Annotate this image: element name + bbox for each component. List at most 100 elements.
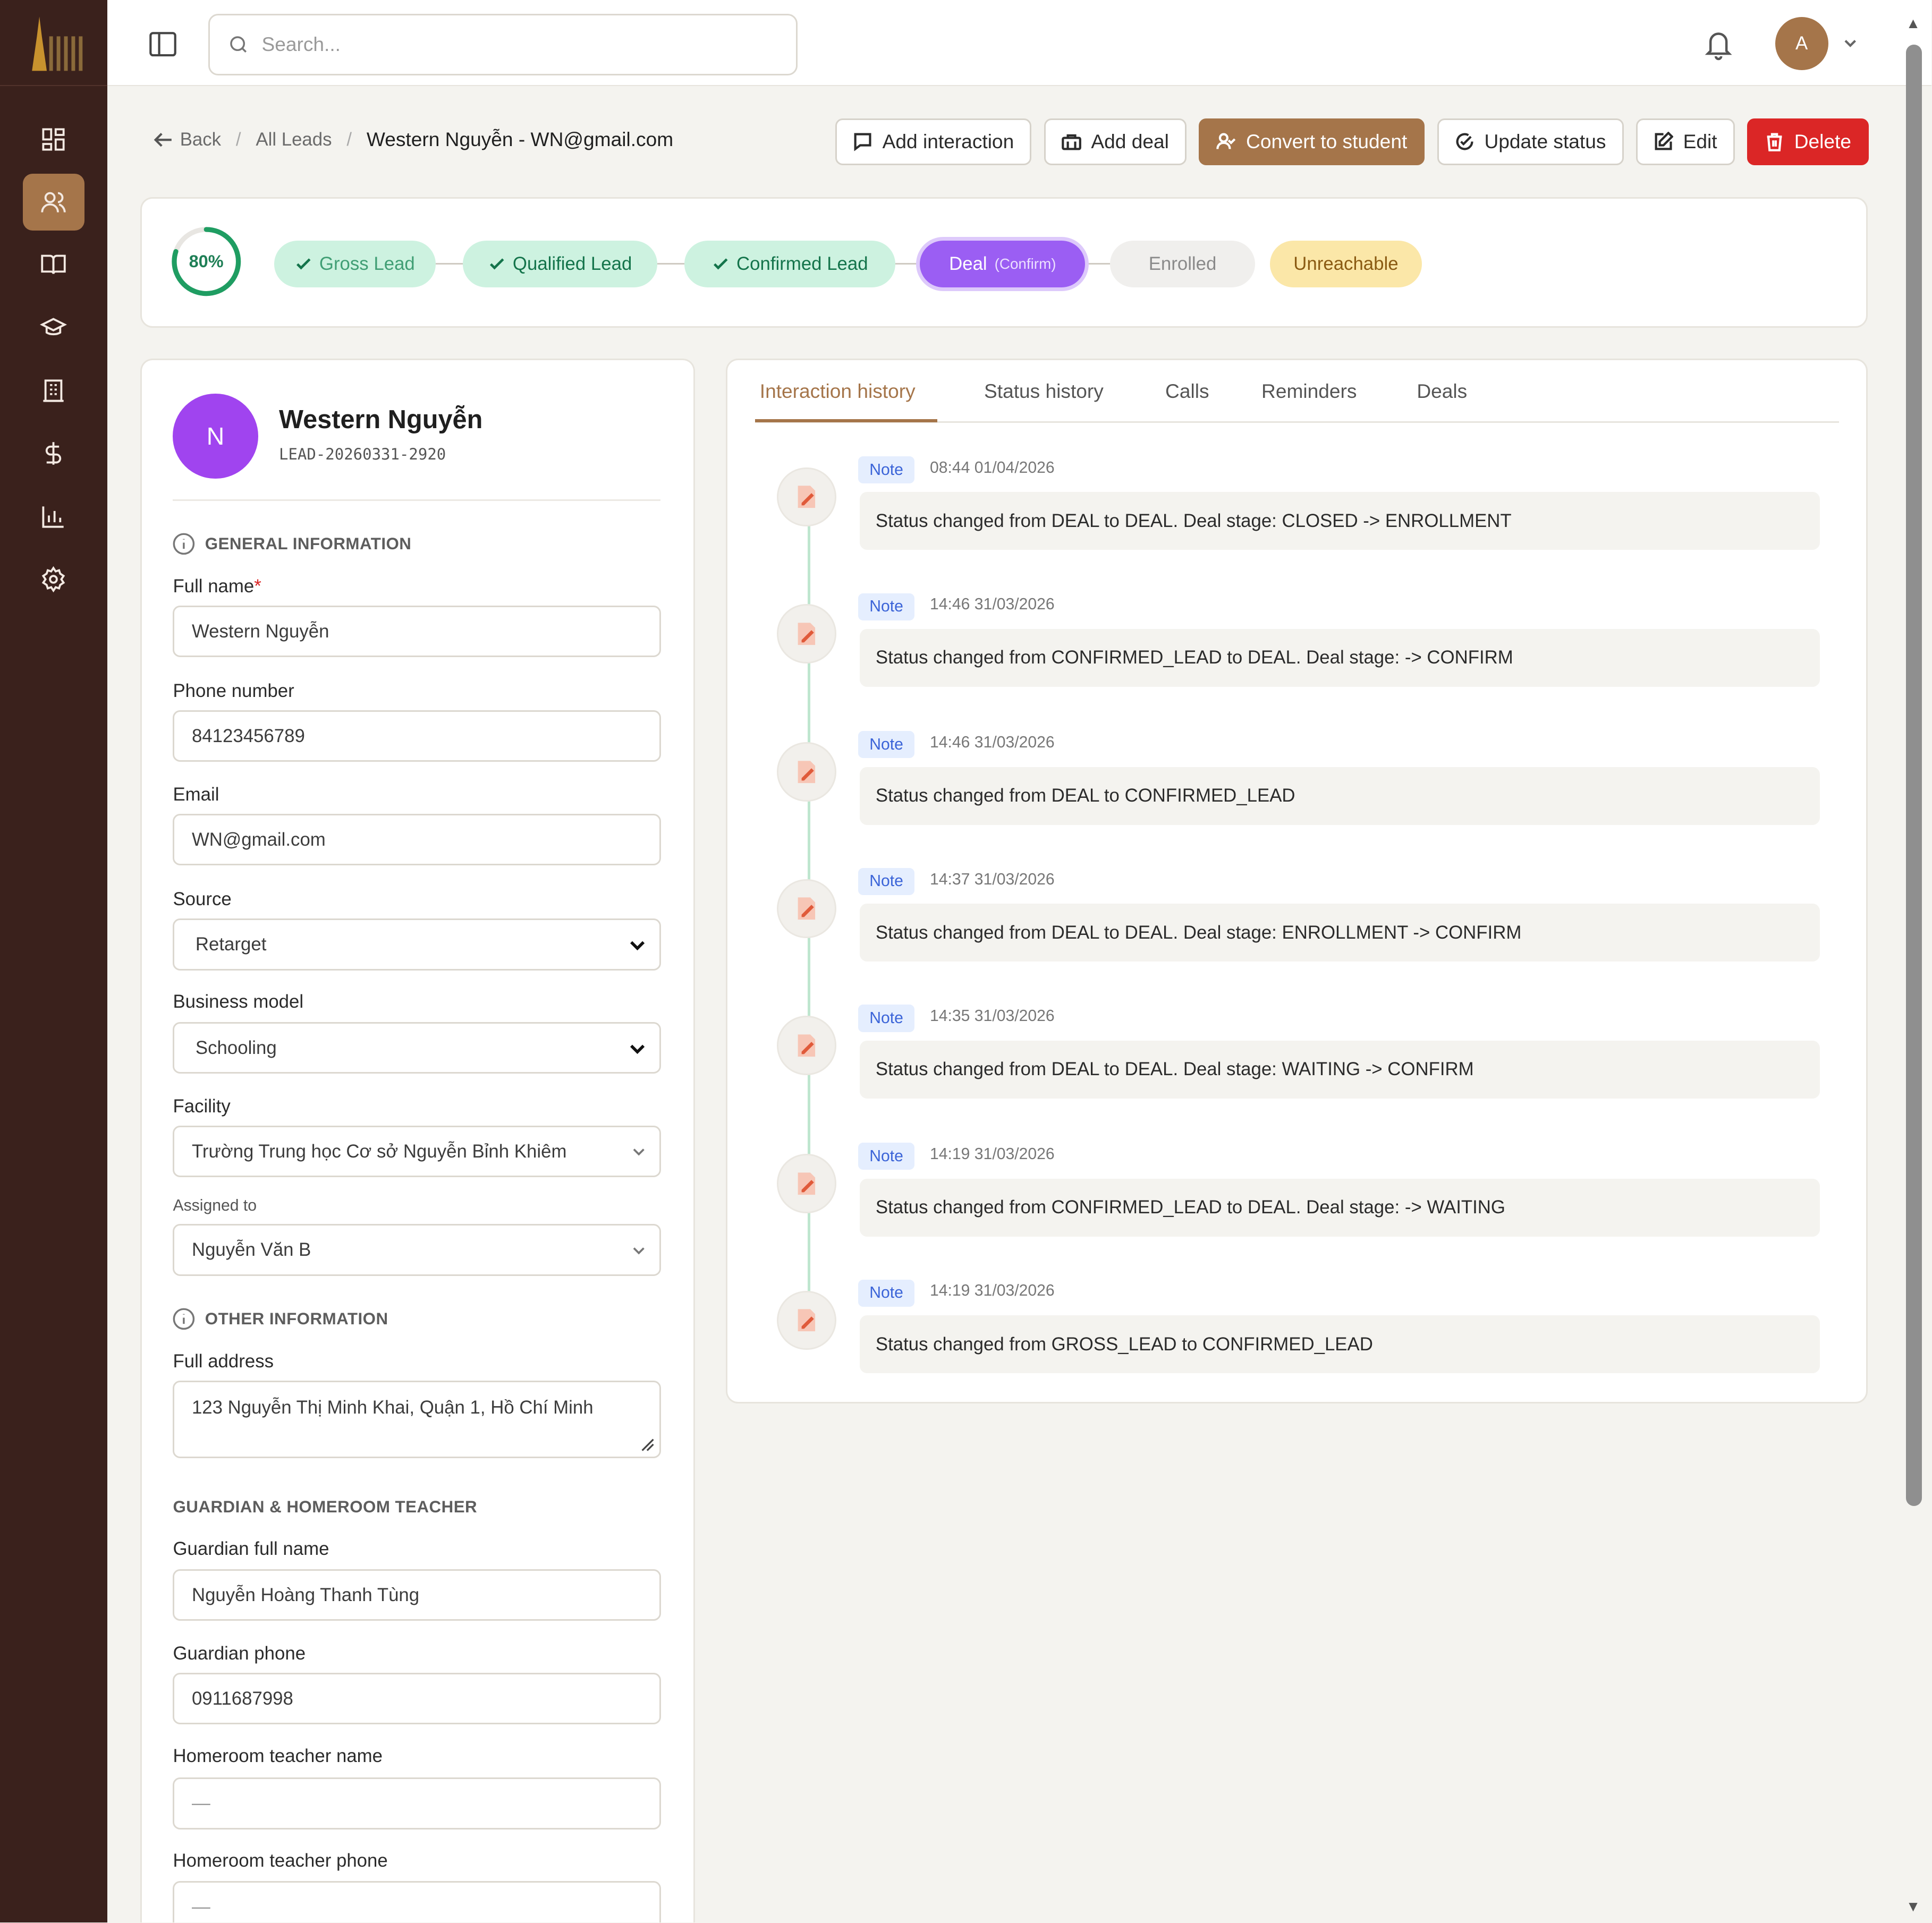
convert-to-student-button[interactable]: Convert to student bbox=[1199, 118, 1425, 165]
action-toolbar: Add interaction Add deal Convert to stud… bbox=[835, 118, 1869, 165]
stage-deal[interactable]: Deal (Confirm) bbox=[920, 241, 1086, 288]
edit-label: Edit bbox=[1683, 130, 1717, 153]
address-textarea[interactable]: 123 Nguyễn Thị Minh Khai, Quận 1, Hồ Chí… bbox=[173, 1381, 662, 1459]
tab-status-history[interactable]: Status history bbox=[984, 380, 1104, 403]
convert-label: Convert to student bbox=[1246, 130, 1408, 153]
chevron-down-icon[interactable] bbox=[1842, 35, 1859, 52]
guardian-name-label: Guardian full name bbox=[173, 1538, 329, 1560]
full-name-field[interactable]: Western Nguyễn bbox=[173, 605, 662, 658]
chevron-down-icon bbox=[630, 941, 645, 951]
user-check-icon bbox=[1216, 133, 1236, 149]
update-status-button[interactable]: Update status bbox=[1437, 118, 1624, 165]
add-deal-label: Add deal bbox=[1091, 130, 1169, 153]
assigned-select[interactable]: Nguyễn Văn B bbox=[173, 1224, 662, 1276]
search-input[interactable]: Search... bbox=[208, 13, 798, 75]
lead-avatar: N bbox=[173, 393, 258, 479]
business-model-label: Business model bbox=[173, 991, 304, 1012]
nav-students[interactable] bbox=[23, 300, 84, 356]
note-edit-icon bbox=[798, 761, 816, 783]
note-icon-wrapper bbox=[777, 604, 836, 663]
stage-label: Enrolled bbox=[1148, 253, 1217, 275]
tab-reminders[interactable]: Reminders bbox=[1261, 380, 1357, 403]
field-value: Nguyễn Văn B bbox=[191, 1239, 311, 1261]
teacher-name-field[interactable]: — bbox=[173, 1777, 662, 1830]
teacher-phone-field[interactable]: — bbox=[173, 1881, 662, 1923]
pipeline-connector bbox=[657, 262, 685, 265]
user-avatar[interactable]: A bbox=[1775, 17, 1828, 71]
lead-profile-panel: N Western Nguyễn LEAD-20260331-2920 GENE… bbox=[140, 359, 696, 1923]
pipeline-connector bbox=[435, 262, 463, 265]
tab-interaction-history[interactable]: Interaction history bbox=[760, 380, 916, 403]
pipeline-connector bbox=[895, 262, 920, 265]
source-select[interactable]: Retarget bbox=[173, 918, 662, 971]
tab-deals[interactable]: Deals bbox=[1417, 380, 1467, 403]
update-status-label: Update status bbox=[1484, 130, 1606, 153]
history-tabs: Interaction history Status history Calls… bbox=[755, 360, 1839, 423]
add-deal-button[interactable]: Add deal bbox=[1044, 118, 1187, 165]
edit-icon bbox=[1655, 132, 1674, 150]
note-icon-wrapper bbox=[777, 742, 836, 802]
phone-field[interactable]: 84123456789 bbox=[173, 710, 662, 762]
field-value: — bbox=[191, 1896, 210, 1917]
guardian-name-field[interactable]: Nguyễn Hoàng Thanh Tùng bbox=[173, 1569, 662, 1621]
active-tab-indicator bbox=[755, 419, 937, 423]
breadcrumb-separator: / bbox=[346, 129, 352, 150]
stage-unreachable[interactable]: Unreachable bbox=[1270, 241, 1422, 288]
timeline-entry: Note 14:19 31/03/2026 Status changed fro… bbox=[777, 1143, 1825, 1277]
entry-message: Status changed from CONFIRMED_LEAD to DE… bbox=[859, 1178, 1820, 1237]
facility-label: Facility bbox=[173, 1096, 231, 1117]
stage-enrolled[interactable]: Enrolled bbox=[1109, 241, 1256, 288]
stage-label: Confirmed Lead bbox=[736, 253, 868, 275]
stage-confirmed-lead[interactable]: Confirmed Lead bbox=[684, 241, 895, 288]
full-name-label: Full name* bbox=[173, 576, 261, 597]
back-label: Back bbox=[180, 129, 222, 150]
label-text: Full name bbox=[173, 576, 255, 597]
note-icon-wrapper bbox=[777, 467, 836, 527]
nav-dashboard[interactable] bbox=[23, 111, 84, 168]
note-badge: Note bbox=[858, 867, 914, 895]
scroll-down-arrow[interactable]: ▼ bbox=[1906, 1898, 1921, 1915]
scroll-up-arrow[interactable]: ▲ bbox=[1906, 15, 1921, 32]
edit-button[interactable]: Edit bbox=[1636, 118, 1735, 165]
field-value: Western Nguyễn bbox=[191, 620, 329, 642]
guardian-heading: GUARDIAN & HOMEROOM TEACHER bbox=[173, 1497, 477, 1517]
nav-leads[interactable] bbox=[22, 174, 84, 231]
progress-percent: 80% bbox=[189, 251, 224, 271]
bell-icon[interactable] bbox=[1702, 27, 1734, 62]
email-field[interactable]: WN@gmail.com bbox=[173, 813, 662, 866]
entry-time: 14:35 31/03/2026 bbox=[929, 1007, 1055, 1025]
logo[interactable] bbox=[0, 0, 107, 87]
guardian-phone-field[interactable]: 0911687998 bbox=[173, 1672, 662, 1725]
delete-button[interactable]: Delete bbox=[1747, 118, 1869, 165]
field-value: Nguyễn Hoàng Thanh Tùng bbox=[191, 1584, 420, 1605]
bar-chart-icon bbox=[42, 506, 64, 528]
search-placeholder: Search... bbox=[261, 33, 341, 56]
phone-label: Phone number bbox=[173, 680, 294, 702]
resize-handle-icon[interactable] bbox=[640, 1437, 655, 1452]
note-edit-icon bbox=[798, 1172, 816, 1195]
nav-settings[interactable] bbox=[23, 551, 84, 608]
sidebar-toggle-icon[interactable] bbox=[149, 32, 176, 57]
field-value: Schooling bbox=[195, 1037, 277, 1058]
nav-facilities[interactable] bbox=[23, 362, 84, 419]
note-badge: Note bbox=[858, 456, 914, 484]
deal-stage-label: (Confirm) bbox=[994, 256, 1056, 273]
add-interaction-button[interactable]: Add interaction bbox=[835, 118, 1032, 165]
nav-courses[interactable] bbox=[23, 236, 84, 293]
entry-time: 14:19 31/03/2026 bbox=[929, 1145, 1055, 1163]
breadcrumb-all-leads[interactable]: All Leads bbox=[256, 129, 332, 150]
stage-label: Qualified Lead bbox=[512, 253, 632, 275]
note-edit-icon bbox=[798, 1034, 816, 1057]
nav-finance[interactable] bbox=[23, 425, 84, 482]
teacher-name-label: Homeroom teacher name bbox=[173, 1745, 383, 1766]
stage-gross-lead[interactable]: Gross Lead bbox=[274, 241, 436, 288]
other-information-heading: OTHER INFORMATION bbox=[173, 1308, 388, 1330]
business-model-select[interactable]: Schooling bbox=[173, 1022, 662, 1074]
entry-time: 14:19 31/03/2026 bbox=[929, 1282, 1055, 1300]
facility-select[interactable]: Trường Trung học Cơ sở Nguyễn Bỉnh Khiêm bbox=[173, 1125, 662, 1178]
nav-reports[interactable] bbox=[23, 488, 84, 545]
back-link[interactable]: Back bbox=[153, 129, 221, 150]
stage-qualified-lead[interactable]: Qualified Lead bbox=[462, 241, 658, 288]
page-scrollbar[interactable] bbox=[1905, 44, 1922, 1507]
tab-calls[interactable]: Calls bbox=[1165, 380, 1209, 403]
